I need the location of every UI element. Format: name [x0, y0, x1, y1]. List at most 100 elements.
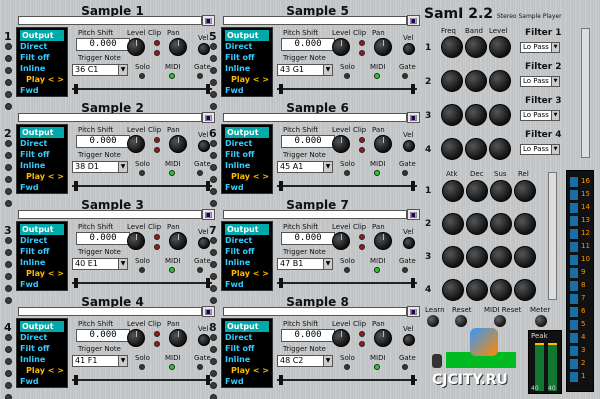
env-sus-knob[interactable]	[490, 180, 512, 202]
panel-direct-option[interactable]: Direct	[225, 235, 269, 246]
midi-reset-button[interactable]	[494, 315, 506, 327]
panel-output-option[interactable]: Output	[225, 224, 269, 235]
solo-led[interactable]	[139, 267, 145, 273]
panel-direct-option[interactable]: Direct	[20, 235, 64, 246]
panel-filt-off-option[interactable]: Filt off	[225, 343, 269, 354]
panel-output-option[interactable]: Output	[225, 30, 269, 41]
filter-level-knob[interactable]	[489, 138, 511, 160]
route-led[interactable]	[210, 67, 217, 74]
env-sus-knob[interactable]	[490, 279, 512, 301]
trigger-note-select[interactable]: 38 D1 ▼	[72, 161, 128, 173]
reset-button[interactable]	[455, 315, 467, 327]
panel-filt-off-option[interactable]: Filt off	[20, 343, 64, 354]
open-folder-icon[interactable]: ▣	[407, 15, 420, 26]
panel-direct-option[interactable]: Direct	[225, 41, 269, 52]
pitch-shift-field[interactable]: 0.000	[76, 329, 130, 342]
sample-range-slider[interactable]	[72, 379, 212, 381]
route-led[interactable]	[5, 79, 12, 86]
solo-led[interactable]	[344, 73, 350, 79]
panel-play-option[interactable]: Play < >	[20, 268, 64, 279]
level-knob[interactable]	[127, 232, 145, 250]
level-knob[interactable]	[127, 38, 145, 56]
panel-inline-option[interactable]: Inline	[225, 257, 269, 268]
panel-play-option[interactable]: Play < >	[20, 171, 64, 182]
route-led[interactable]	[210, 261, 217, 268]
sample-file-field[interactable]	[18, 16, 202, 25]
solo-led[interactable]	[344, 170, 350, 176]
pan-knob[interactable]	[169, 135, 187, 153]
velocity-knob[interactable]	[198, 43, 210, 55]
filter-scrollbar[interactable]	[581, 28, 590, 158]
sample-range-slider[interactable]	[277, 282, 417, 284]
panel-inline-option[interactable]: Inline	[225, 160, 269, 171]
panel-direct-option[interactable]: Direct	[225, 332, 269, 343]
velocity-knob[interactable]	[403, 334, 415, 346]
route-led[interactable]	[5, 91, 12, 98]
env-dec-knob[interactable]	[466, 246, 488, 268]
route-led[interactable]	[5, 188, 12, 195]
route-led[interactable]	[210, 164, 217, 171]
filter-band-knob[interactable]	[465, 104, 487, 126]
filter-type-select[interactable]: Lo Pass ▼	[520, 42, 560, 53]
open-folder-icon[interactable]: ▣	[407, 306, 420, 317]
sample-range-slider[interactable]	[277, 185, 417, 187]
gate-led[interactable]	[197, 267, 203, 273]
env-atk-knob[interactable]	[442, 180, 464, 202]
range-start-handle[interactable]	[279, 181, 283, 191]
route-led[interactable]	[5, 358, 12, 365]
filter-band-knob[interactable]	[465, 138, 487, 160]
env-dec-knob[interactable]	[466, 180, 488, 202]
trigger-note-select[interactable]: 47 B1 ▼	[277, 258, 333, 270]
route-led[interactable]	[210, 188, 217, 195]
velocity-knob[interactable]	[198, 334, 210, 346]
filter-band-knob[interactable]	[465, 70, 487, 92]
route-led[interactable]	[5, 334, 12, 341]
sample-file-field[interactable]	[18, 210, 202, 219]
level-knob[interactable]	[332, 232, 350, 250]
panel-play-option[interactable]: Play < >	[225, 74, 269, 85]
panel-fwd-option[interactable]: Fwd	[225, 376, 269, 387]
panel-output-option[interactable]: Output	[225, 127, 269, 138]
pitch-shift-field[interactable]: 0.000	[76, 38, 130, 51]
open-folder-icon[interactable]: ▣	[407, 209, 420, 220]
route-led[interactable]	[5, 382, 12, 389]
route-led[interactable]	[5, 346, 12, 353]
toggle-switch[interactable]	[432, 354, 442, 368]
panel-filt-off-option[interactable]: Filt off	[225, 52, 269, 63]
solo-led[interactable]	[344, 267, 350, 273]
route-led[interactable]	[5, 273, 12, 280]
panel-fwd-option[interactable]: Fwd	[20, 85, 64, 96]
pan-knob[interactable]	[374, 135, 392, 153]
filter-type-select[interactable]: Lo Pass ▼	[520, 110, 560, 121]
envelope-scrollbar[interactable]	[548, 172, 557, 300]
level-knob[interactable]	[332, 38, 350, 56]
route-led[interactable]	[5, 43, 12, 50]
env-dec-knob[interactable]	[466, 213, 488, 235]
route-led[interactable]	[210, 79, 217, 86]
env-dec-knob[interactable]	[466, 279, 488, 301]
filter-freq-knob[interactable]	[441, 36, 463, 58]
env-sus-knob[interactable]	[490, 213, 512, 235]
filter-freq-knob[interactable]	[441, 138, 463, 160]
route-led[interactable]	[210, 394, 217, 399]
pan-knob[interactable]	[374, 232, 392, 250]
route-led[interactable]	[5, 249, 12, 256]
route-led[interactable]	[210, 55, 217, 62]
solo-led[interactable]	[139, 364, 145, 370]
pitch-shift-field[interactable]: 0.000	[281, 38, 335, 51]
route-led[interactable]	[210, 249, 217, 256]
meter-button[interactable]	[535, 315, 547, 327]
route-led[interactable]	[210, 237, 217, 244]
pitch-shift-field[interactable]: 0.000	[281, 135, 335, 148]
panel-direct-option[interactable]: Direct	[20, 332, 64, 343]
trigger-note-select[interactable]: 40 E1 ▼	[72, 258, 128, 270]
gate-led[interactable]	[402, 364, 408, 370]
route-led[interactable]	[210, 273, 217, 280]
sample-range-slider[interactable]	[72, 185, 212, 187]
gate-led[interactable]	[402, 73, 408, 79]
route-led[interactable]	[5, 285, 12, 292]
range-end-handle[interactable]	[411, 181, 415, 191]
panel-filt-off-option[interactable]: Filt off	[20, 52, 64, 63]
solo-led[interactable]	[139, 170, 145, 176]
trigger-note-select[interactable]: 43 G1 ▼	[277, 64, 333, 76]
